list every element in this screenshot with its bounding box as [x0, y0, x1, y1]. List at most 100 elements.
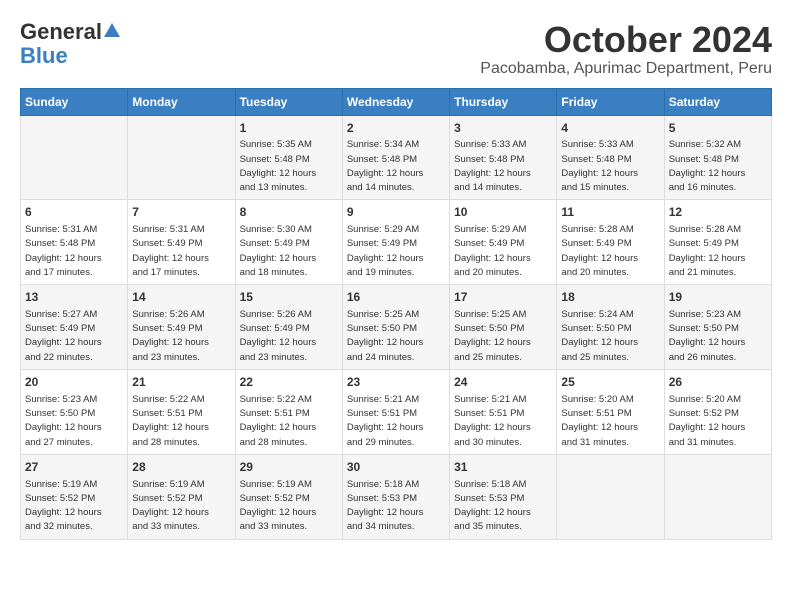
calendar-cell: 8 Sunrise: 5:30 AM Sunset: 5:49 PM Daylig…: [235, 200, 342, 285]
day-detail: Sunrise: 5:21 AM Sunset: 5:51 PM Dayligh…: [347, 393, 445, 450]
day-number: 15: [240, 289, 338, 306]
day-number: 8: [240, 204, 338, 221]
calendar-cell: 4Sunrise: 5:33 AM Sunset: 5:48 PM Daylig…: [557, 115, 664, 200]
calendar-cell: [21, 115, 128, 200]
calendar-cell: 13Sunrise: 5:27 AM Sunset: 5:49 PM Dayli…: [21, 285, 128, 370]
calendar-header-row: SundayMondayTuesdayWednesdayThursdayFrid…: [21, 88, 772, 115]
calendar-table: SundayMondayTuesdayWednesdayThursdayFrid…: [20, 88, 772, 540]
day-detail: Sunrise: 5:31 AM Sunset: 5:49 PM Dayligh…: [132, 223, 230, 280]
calendar-cell: 23 Sunrise: 5:21 AM Sunset: 5:51 PM Dayli…: [342, 369, 449, 454]
calendar-cell: 30Sunrise: 5:18 AM Sunset: 5:53 PM Dayli…: [342, 454, 449, 539]
day-number: 22: [240, 374, 338, 391]
calendar-cell: 12Sunrise: 5:28 AM Sunset: 5:49 PM Dayli…: [664, 200, 771, 285]
title-area: October 2024 Pacobamba, Apurimac Departm…: [480, 20, 772, 78]
day-detail: Sunrise: 5:32 AM Sunset: 5:48 PM Dayligh…: [669, 138, 767, 195]
day-detail: Sunrise: 5:18 AM Sunset: 5:53 PM Dayligh…: [347, 478, 445, 535]
calendar-cell: 21Sunrise: 5:22 AM Sunset: 5:51 PM Dayli…: [128, 369, 235, 454]
day-number: 2: [347, 120, 445, 137]
day-detail: Sunrise: 5:27 AM Sunset: 5:49 PM Dayligh…: [25, 308, 123, 365]
day-detail: Sunrise: 5:25 AM Sunset: 5:50 PM Dayligh…: [454, 308, 552, 365]
day-number: 7: [132, 204, 230, 221]
day-detail: Sunrise: 5:28 AM Sunset: 5:49 PM Dayligh…: [561, 223, 659, 280]
column-header-tuesday: Tuesday: [235, 88, 342, 115]
day-number: 28: [132, 459, 230, 476]
day-number: 17: [454, 289, 552, 306]
calendar-cell: 31Sunrise: 5:18 AM Sunset: 5:53 PM Dayli…: [450, 454, 557, 539]
day-detail: Sunrise: 5:31 AM Sunset: 5:48 PM Dayligh…: [25, 223, 123, 280]
day-number: 14: [132, 289, 230, 306]
day-detail: Sunrise: 5:19 AM Sunset: 5:52 PM Dayligh…: [25, 478, 123, 535]
day-detail: Sunrise: 5:28 AM Sunset: 5:49 PM Dayligh…: [669, 223, 767, 280]
day-number: 20: [25, 374, 123, 391]
day-number: 16: [347, 289, 445, 306]
calendar-cell: 20 Sunrise: 5:23 AM Sunset: 5:50 PM Dayli…: [21, 369, 128, 454]
day-detail: Sunrise: 5:19 AM Sunset: 5:52 PM Dayligh…: [240, 478, 338, 535]
day-number: 3: [454, 120, 552, 137]
day-number: 23: [347, 374, 445, 391]
logo-blue-text: Blue: [20, 44, 68, 68]
page-header: General Blue October 2024 Pacobamba, Apu…: [20, 20, 772, 78]
day-detail: Sunrise: 5:29 AM Sunset: 5:49 PM Dayligh…: [347, 223, 445, 280]
calendar-cell: 14 Sunrise: 5:26 AM Sunset: 5:49 PM Dayli…: [128, 285, 235, 370]
column-header-thursday: Thursday: [450, 88, 557, 115]
day-detail: Sunrise: 5:21 AM Sunset: 5:51 PM Dayligh…: [454, 393, 552, 450]
calendar-cell: 9 Sunrise: 5:29 AM Sunset: 5:49 PM Daylig…: [342, 200, 449, 285]
logo-general-text: General: [20, 20, 102, 44]
day-detail: Sunrise: 5:26 AM Sunset: 5:49 PM Dayligh…: [240, 308, 338, 365]
logo-triangle-icon: [104, 23, 120, 37]
column-header-wednesday: Wednesday: [342, 88, 449, 115]
day-number: 29: [240, 459, 338, 476]
day-number: 26: [669, 374, 767, 391]
day-number: 25: [561, 374, 659, 391]
day-detail: Sunrise: 5:25 AM Sunset: 5:50 PM Dayligh…: [347, 308, 445, 365]
day-detail: Sunrise: 5:22 AM Sunset: 5:51 PM Dayligh…: [240, 393, 338, 450]
calendar-cell: 10Sunrise: 5:29 AM Sunset: 5:49 PM Dayli…: [450, 200, 557, 285]
day-detail: Sunrise: 5:24 AM Sunset: 5:50 PM Dayligh…: [561, 308, 659, 365]
calendar-cell: 18 Sunrise: 5:24 AM Sunset: 5:50 PM Dayli…: [557, 285, 664, 370]
calendar-cell: [557, 454, 664, 539]
calendar-week-row: 13Sunrise: 5:27 AM Sunset: 5:49 PM Dayli…: [21, 285, 772, 370]
calendar-cell: 7 Sunrise: 5:31 AM Sunset: 5:49 PM Daylig…: [128, 200, 235, 285]
calendar-cell: 11 Sunrise: 5:28 AM Sunset: 5:49 PM Dayli…: [557, 200, 664, 285]
day-detail: Sunrise: 5:19 AM Sunset: 5:52 PM Dayligh…: [132, 478, 230, 535]
day-detail: Sunrise: 5:34 AM Sunset: 5:48 PM Dayligh…: [347, 138, 445, 195]
calendar-cell: [664, 454, 771, 539]
day-detail: Sunrise: 5:22 AM Sunset: 5:51 PM Dayligh…: [132, 393, 230, 450]
calendar-cell: 28 Sunrise: 5:19 AM Sunset: 5:52 PM Dayli…: [128, 454, 235, 539]
day-number: 11: [561, 204, 659, 221]
calendar-cell: 19Sunrise: 5:23 AM Sunset: 5:50 PM Dayli…: [664, 285, 771, 370]
day-detail: Sunrise: 5:18 AM Sunset: 5:53 PM Dayligh…: [454, 478, 552, 535]
day-detail: Sunrise: 5:33 AM Sunset: 5:48 PM Dayligh…: [454, 138, 552, 195]
column-header-monday: Monday: [128, 88, 235, 115]
day-detail: Sunrise: 5:29 AM Sunset: 5:49 PM Dayligh…: [454, 223, 552, 280]
day-detail: Sunrise: 5:30 AM Sunset: 5:49 PM Dayligh…: [240, 223, 338, 280]
calendar-cell: 22 Sunrise: 5:22 AM Sunset: 5:51 PM Dayli…: [235, 369, 342, 454]
calendar-cell: 15 Sunrise: 5:26 AM Sunset: 5:49 PM Dayli…: [235, 285, 342, 370]
logo: General Blue: [20, 20, 120, 68]
day-number: 9: [347, 204, 445, 221]
calendar-cell: 6 Sunrise: 5:31 AM Sunset: 5:48 PM Daylig…: [21, 200, 128, 285]
calendar-week-row: 6 Sunrise: 5:31 AM Sunset: 5:48 PM Daylig…: [21, 200, 772, 285]
calendar-cell: 5Sunrise: 5:32 AM Sunset: 5:48 PM Daylig…: [664, 115, 771, 200]
calendar-cell: 2Sunrise: 5:34 AM Sunset: 5:48 PM Daylig…: [342, 115, 449, 200]
day-number: 18: [561, 289, 659, 306]
calendar-cell: 25 Sunrise: 5:20 AM Sunset: 5:51 PM Dayli…: [557, 369, 664, 454]
day-detail: Sunrise: 5:26 AM Sunset: 5:49 PM Dayligh…: [132, 308, 230, 365]
day-detail: Sunrise: 5:20 AM Sunset: 5:51 PM Dayligh…: [561, 393, 659, 450]
calendar-cell: 1Sunrise: 5:35 AM Sunset: 5:48 PM Daylig…: [235, 115, 342, 200]
day-detail: Sunrise: 5:23 AM Sunset: 5:50 PM Dayligh…: [25, 393, 123, 450]
day-number: 4: [561, 120, 659, 137]
column-header-saturday: Saturday: [664, 88, 771, 115]
day-number: 24: [454, 374, 552, 391]
calendar-cell: 27 Sunrise: 5:19 AM Sunset: 5:52 PM Dayli…: [21, 454, 128, 539]
calendar-cell: 29 Sunrise: 5:19 AM Sunset: 5:52 PM Dayli…: [235, 454, 342, 539]
calendar-week-row: 27 Sunrise: 5:19 AM Sunset: 5:52 PM Dayli…: [21, 454, 772, 539]
calendar-week-row: 20 Sunrise: 5:23 AM Sunset: 5:50 PM Dayli…: [21, 369, 772, 454]
calendar-cell: 17 Sunrise: 5:25 AM Sunset: 5:50 PM Dayli…: [450, 285, 557, 370]
location-subtitle: Pacobamba, Apurimac Department, Peru: [480, 60, 772, 78]
calendar-cell: 24 Sunrise: 5:21 AM Sunset: 5:51 PM Dayli…: [450, 369, 557, 454]
day-number: 5: [669, 120, 767, 137]
day-number: 27: [25, 459, 123, 476]
calendar-cell: 3Sunrise: 5:33 AM Sunset: 5:48 PM Daylig…: [450, 115, 557, 200]
day-number: 6: [25, 204, 123, 221]
